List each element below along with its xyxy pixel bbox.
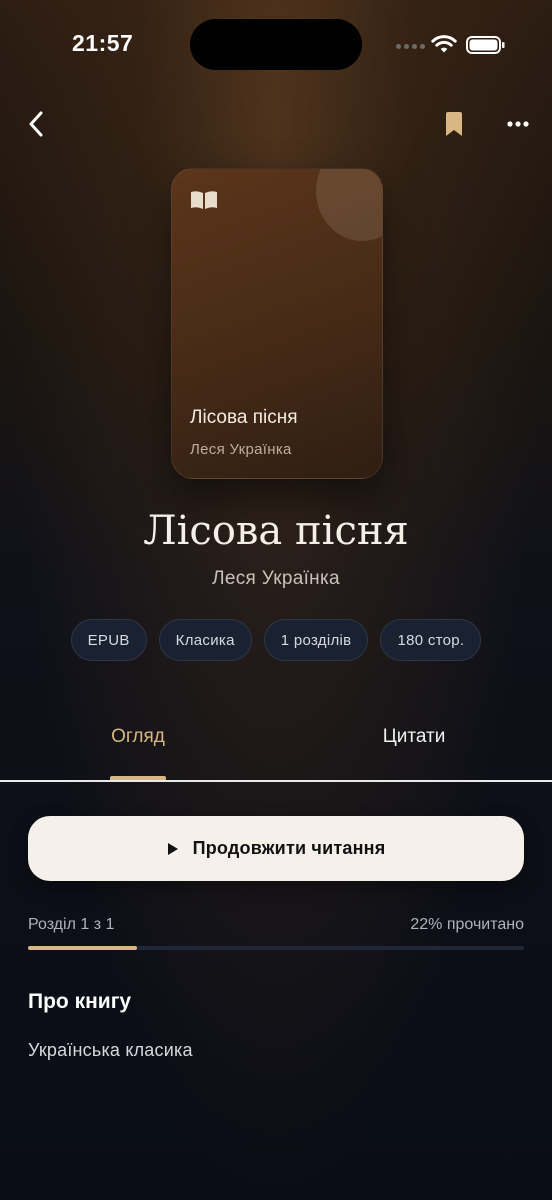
- progress-bar: [28, 946, 524, 950]
- bookmark-icon: [446, 112, 462, 136]
- back-button[interactable]: [18, 106, 54, 142]
- chip-chapters: 1 розділів: [263, 619, 369, 661]
- book-open-icon: [190, 189, 218, 216]
- continue-reading-label: Продовжити читання: [192, 838, 386, 858]
- tab-overview[interactable]: Огляд: [90, 726, 186, 776]
- more-dots-icon: [507, 121, 529, 127]
- bookmark-button[interactable]: [436, 106, 472, 142]
- chip-format: EPUB: [70, 619, 147, 661]
- progress-percent: 22% прочитано: [410, 916, 524, 933]
- about-text: Українська класика: [28, 1040, 193, 1060]
- tab-divider: [0, 780, 552, 782]
- more-options-button[interactable]: [500, 106, 536, 142]
- wifi-icon: [431, 34, 457, 59]
- cover-decoration: [316, 169, 382, 241]
- continue-reading-button[interactable]: Продовжити читання: [28, 816, 524, 881]
- book-cover: Лісова пісня Леся Українка: [171, 168, 383, 479]
- cover-title: Лісова пісня: [190, 407, 298, 428]
- tab-quotes[interactable]: Цитати: [360, 726, 468, 776]
- progress-bar-fill: [28, 946, 138, 950]
- battery-icon: [466, 36, 506, 59]
- book-title: Лісова пісня: [143, 508, 409, 554]
- about-heading: Про книгу: [28, 990, 132, 1013]
- book-author: Леся Українка: [212, 568, 340, 589]
- signal-icon: [396, 44, 425, 49]
- dynamic-island: [190, 19, 362, 70]
- book-meta-chips: EPUB Класика 1 розділів 180 стор.: [0, 619, 552, 661]
- chip-genre: Класика: [158, 619, 252, 661]
- play-icon: [167, 842, 178, 855]
- chip-pages: 180 стор.: [380, 619, 482, 661]
- cover-author: Леся Українка: [190, 441, 292, 458]
- status-time: 21:57: [72, 30, 134, 56]
- progress-chapter: Розділ 1 з 1: [28, 916, 115, 933]
- back-chevron-icon: [29, 111, 43, 137]
